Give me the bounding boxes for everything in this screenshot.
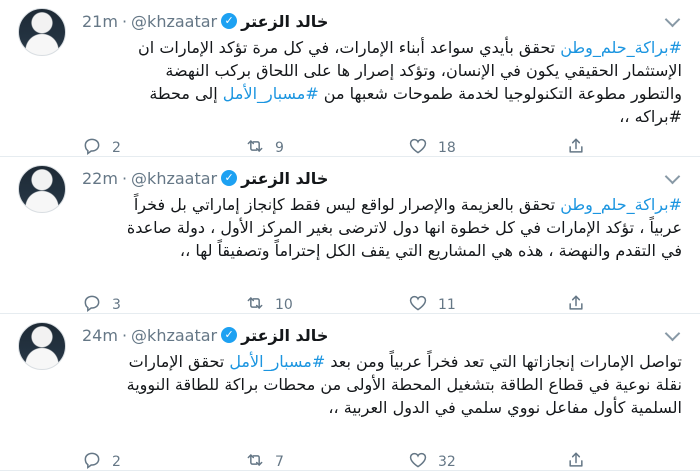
tweet-line: #براكه ،،: [82, 105, 682, 128]
tweet[interactable]: خالد الزعتر ✓ @khzaatar · 24m تواصل الإم…: [0, 314, 700, 471]
reply-button[interactable]: 2: [82, 450, 121, 474]
like-count: 11: [438, 297, 456, 313]
timestamp[interactable]: 21m: [82, 12, 118, 31]
hashtag-link[interactable]: #مسبار_الأمل: [229, 352, 325, 371]
retweet-count: 7: [275, 454, 284, 470]
timestamp[interactable]: 22m: [82, 169, 118, 188]
tweet-body: #براكة_حلم_وطن تحقق بأيدي سواعد أبناء ال…: [82, 36, 682, 128]
author-handle[interactable]: @khzaatar: [131, 169, 217, 188]
share-button[interactable]: [566, 450, 586, 474]
tweet-body: تواصل الإمارات إنجازاتها التي تعد فخراً …: [82, 350, 682, 419]
tweet-line: السلمية كأول مفاعل نووي سلمي في الدول ال…: [82, 396, 682, 419]
author-name[interactable]: خالد الزعتر: [241, 326, 328, 345]
tweet-text-segment: إلى محطة: [149, 84, 223, 103]
author-name[interactable]: خالد الزعتر: [241, 12, 328, 31]
like-count: 32: [438, 454, 456, 470]
tweet-text-segment: تواصل الإمارات إنجازاتها التي تعد فخراً …: [325, 352, 682, 371]
tweet-text-segment: تحقق بالعزيمة والإصرار لواقع ليس فقط كإن…: [133, 195, 561, 214]
avatar[interactable]: [18, 8, 66, 56]
retweet-button[interactable]: 7: [245, 450, 284, 474]
avatar[interactable]: [18, 322, 66, 370]
reply-count: 2: [112, 454, 121, 470]
author-handle[interactable]: @khzaatar: [131, 12, 217, 31]
hashtag-link[interactable]: #مسبار_الأمل: [223, 84, 319, 103]
author-handle[interactable]: @khzaatar: [131, 326, 217, 345]
hashtag-link[interactable]: #براكة_حلم_وطن: [560, 38, 682, 57]
hashtag-link[interactable]: #براكة_حلم_وطن: [560, 195, 682, 214]
tweet-text-segment: تحقق الإمارات: [128, 352, 230, 371]
reply-count: 2: [112, 140, 121, 156]
share-icon: [566, 450, 586, 474]
author-name[interactable]: خالد الزعتر: [241, 169, 328, 188]
tweet-text-segment: والتطور مطوعة التكنولوجيا لخدمة طموحات ش…: [318, 84, 682, 103]
tweet-body: #براكة_حلم_وطن تحقق بالعزيمة والإصرار لو…: [82, 193, 682, 262]
tweet-text-segment: السلمية كأول مفاعل نووي سلمي في الدول ال…: [328, 398, 682, 417]
reply-icon: [82, 450, 102, 474]
tweet-text-segment: في التقدم والنهضة ، هذه هي المشاريع التي…: [179, 241, 682, 260]
tweet-line: عربياً ، تؤكد الإمارات في كل خطوة انها د…: [82, 216, 682, 239]
avatar[interactable]: [18, 165, 66, 213]
separator-dot: ·: [121, 11, 128, 31]
timestamp[interactable]: 24m: [82, 326, 118, 345]
tweet-line: والتطور مطوعة التكنولوجيا لخدمة طموحات ش…: [82, 82, 682, 105]
retweet-count: 9: [275, 140, 284, 156]
tweet-line: نقلة نوعية في قطاع الطاقة بتشغيل المحطة …: [82, 373, 682, 396]
reply-count: 3: [112, 297, 121, 313]
tweet-text-segment: نقلة نوعية في قطاع الطاقة بتشغيل المحطة …: [126, 375, 682, 394]
heart-icon: [408, 450, 428, 474]
separator-dot: ·: [121, 168, 128, 188]
separator-dot: ·: [121, 325, 128, 345]
tweet-text-segment: تحقق بأيدي سواعد أبناء الإمارات، في كل م…: [138, 38, 561, 57]
verified-badge-icon: ✓: [221, 327, 238, 343]
tweet-header: خالد الزعتر ✓ @khzaatar · 21m: [82, 10, 680, 32]
tweet[interactable]: خالد الزعتر ✓ @khzaatar · 22m #براكة_حلم…: [0, 157, 700, 314]
tweet[interactable]: خالد الزعتر ✓ @khzaatar · 21m #براكة_حلم…: [0, 0, 700, 157]
tweet-line: في التقدم والنهضة ، هذه هي المشاريع التي…: [82, 239, 682, 262]
tweet-line: تواصل الإمارات إنجازاتها التي تعد فخراً …: [82, 350, 682, 373]
tweet-text-segment: الإستثمار الحقيقي يكون في الإنسان، وتؤكد…: [165, 61, 682, 80]
tweet-line: #براكة_حلم_وطن تحقق بالعزيمة والإصرار لو…: [82, 193, 682, 216]
tweet-line: الإستثمار الحقيقي يكون في الإنسان، وتؤكد…: [82, 59, 682, 82]
tweet-header: خالد الزعتر ✓ @khzaatar · 24m: [82, 324, 680, 346]
tweet-header: خالد الزعتر ✓ @khzaatar · 22m: [82, 167, 680, 189]
tweet-text-segment: #براكه ،،: [619, 107, 682, 126]
verified-badge-icon: ✓: [221, 170, 238, 186]
like-button[interactable]: 32: [408, 450, 456, 474]
tweet-line: #براكة_حلم_وطن تحقق بأيدي سواعد أبناء ال…: [82, 36, 682, 59]
like-count: 18: [438, 140, 456, 156]
retweet-count: 10: [275, 297, 293, 313]
verified-badge-icon: ✓: [221, 13, 238, 29]
tweet-text-segment: عربياً ، تؤكد الإمارات في كل خطوة انها د…: [126, 218, 682, 237]
retweet-icon: [245, 450, 265, 474]
